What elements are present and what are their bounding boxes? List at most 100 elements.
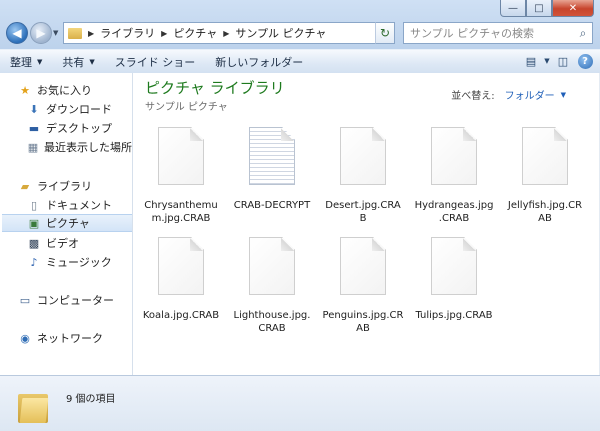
file-icon — [340, 127, 386, 185]
explorer-window: — □ ✕ ◀ ▶ ▼ ▶ ライブラリ ▶ ピクチャ ▶ サンプル ピクチャ ▼… — [0, 0, 600, 431]
file-item[interactable]: Desert.jpg.CRA B — [319, 127, 407, 225]
file-item[interactable]: Penguins.jpg.CR AB — [319, 237, 407, 335]
refresh-button[interactable]: ↻ — [375, 22, 395, 44]
recent-pages-dropdown[interactable]: ▼ — [53, 29, 58, 37]
search-input[interactable] — [404, 25, 574, 41]
organize-label: 整理 — [10, 55, 32, 69]
file-icon — [431, 127, 477, 185]
recent-places-icon: ▦ — [27, 140, 39, 154]
sidebar-item-videos[interactable]: ▩ ビデオ — [27, 234, 132, 252]
sidebar-item-network[interactable]: ◉ ネットワーク — [18, 329, 132, 347]
computer-icon: ▭ — [19, 293, 31, 307]
file-icon — [249, 237, 295, 295]
forward-button[interactable]: ▶ — [30, 22, 52, 44]
sidebar-item-computer[interactable]: ▭ コンピューター — [18, 291, 132, 309]
search-box[interactable]: ⌕ — [403, 22, 593, 44]
sidebar-item-documents[interactable]: ▯ ドキュメント — [27, 196, 132, 214]
breadcrumb-separator-icon[interactable]: ▶ — [161, 29, 167, 38]
file-icon — [158, 237, 204, 295]
file-name: Jellyfish.jpg.CR AB — [507, 200, 583, 224]
view-dropdown-icon[interactable]: ▼ — [542, 52, 552, 70]
close-button[interactable]: ✕ — [552, 0, 594, 17]
minimize-icon: — — [508, 2, 518, 14]
file-item[interactable]: Chrysanthemu m.jpg.CRAB — [137, 127, 225, 225]
file-item[interactable]: CRAB-DECRYPT — [228, 127, 316, 212]
toolbar-right-group: ▤ ▼ ◫ ? — [520, 52, 596, 70]
sidebar-item-downloads[interactable]: ⬇ ダウンロード — [27, 100, 132, 118]
slideshow-label: スライド ショー — [114, 55, 196, 69]
details-pane: 9 個の項目 — [0, 375, 600, 431]
preview-pane-icon[interactable]: ◫ — [552, 52, 574, 70]
arrange-label: 並べ替え: — [451, 91, 495, 102]
slideshow-button[interactable]: スライド ショー — [105, 54, 206, 70]
view-icon[interactable]: ▤ — [520, 52, 542, 70]
sidebar-item-favorites[interactable]: ★ お気に入り — [18, 81, 132, 99]
arrange-by-control: 並べ替え: フォルダー ▼ — [451, 87, 566, 103]
share-menu[interactable]: 共有 ▼ — [52, 54, 104, 70]
file-name: Lighthouse.jpg. CRAB — [233, 310, 311, 334]
back-arrow-icon: ◀ — [12, 26, 22, 40]
address-bar[interactable]: ▶ ライブラリ ▶ ピクチャ ▶ サンプル ピクチャ ▼ — [63, 22, 395, 44]
chevron-down-icon[interactable]: ▼ — [561, 91, 566, 99]
help-button[interactable]: ? — [574, 52, 596, 70]
window-controls: — □ ✕ — [500, 0, 594, 18]
desktop-icon: ▬ — [28, 121, 40, 135]
file-item[interactable]: Lighthouse.jpg. CRAB — [228, 237, 316, 335]
library-subtitle: サンプル ピクチャ — [145, 102, 228, 113]
pictures-icon: ▣ — [28, 216, 40, 230]
sidebar-item-recent[interactable]: ▦ 最近表示した場所 — [27, 138, 132, 156]
sidebar-item-label: コンピューター — [37, 294, 114, 307]
organize-menu[interactable]: 整理 ▼ — [0, 54, 52, 70]
folder-icon — [18, 391, 49, 423]
breadcrumb-separator-icon[interactable]: ▶ — [223, 29, 229, 38]
star-icon: ★ — [20, 83, 30, 97]
file-icon — [522, 127, 568, 185]
search-icon[interactable]: ⌕ — [574, 26, 592, 41]
sidebar-item-pictures[interactable]: ▣ ピクチャ — [2, 214, 132, 232]
folder-icon — [68, 27, 82, 39]
file-name: Koala.jpg.CRAB — [142, 310, 220, 321]
breadcrumb-separator-icon[interactable]: ▶ — [88, 29, 94, 38]
file-name: Chrysanthemu m.jpg.CRAB — [144, 200, 218, 224]
command-bar: 整理 ▼ 共有 ▼ スライド ショー 新しいフォルダー ▤ ▼ ◫ ? — [0, 49, 600, 74]
file-name: Penguins.jpg.CR AB — [322, 310, 404, 334]
sidebar-item-label: ピクチャ — [46, 217, 90, 230]
file-name: CRAB-DECRYPT — [233, 200, 311, 211]
help-icon: ? — [577, 53, 593, 69]
sidebar-item-libraries[interactable]: ▰ ライブラリ — [18, 177, 132, 195]
sidebar-item-label: ライブラリ — [37, 180, 92, 193]
breadcrumb-sample-pictures[interactable]: サンプル ピクチャ — [235, 25, 326, 41]
file-name: Desert.jpg.CRA B — [325, 200, 401, 224]
sidebar-item-music[interactable]: ♪ ミュージック — [27, 253, 132, 271]
file-item[interactable]: Tulips.jpg.CRAB — [410, 237, 498, 322]
arrange-value-dropdown[interactable]: フォルダー — [505, 87, 555, 102]
sidebar-item-label: デスクトップ — [46, 122, 112, 135]
file-item[interactable]: Jellyfish.jpg.CR AB — [501, 127, 589, 225]
item-count: 9 個の項目 — [66, 394, 116, 405]
library-icon: ▰ — [20, 179, 30, 193]
forward-arrow-icon: ▶ — [36, 26, 46, 40]
minimize-button[interactable]: — — [500, 0, 526, 17]
sidebar-item-label: ダウンロード — [46, 103, 112, 116]
sidebar-item-label: お気に入り — [37, 84, 92, 97]
file-icon — [431, 237, 477, 295]
maximize-icon: □ — [534, 2, 544, 14]
sidebar-item-label: ドキュメント — [46, 199, 112, 212]
file-item[interactable]: Koala.jpg.CRAB — [137, 237, 225, 322]
sidebar-item-label: ネットワーク — [37, 332, 103, 345]
videos-icon: ▩ — [28, 236, 40, 250]
network-icon: ◉ — [20, 331, 30, 345]
share-label: 共有 — [62, 55, 85, 69]
back-button[interactable]: ◀ — [6, 22, 28, 44]
new-folder-button[interactable]: 新しいフォルダー — [205, 54, 313, 70]
breadcrumb-libraries[interactable]: ライブラリ — [100, 25, 155, 41]
maximize-button[interactable]: □ — [526, 0, 552, 17]
navigation-pane: ★ お気に入り ⬇ ダウンロード ▬ デスクトップ ▦ 最近表示した場所 ▰ ラ… — [0, 73, 133, 375]
file-icon — [158, 127, 204, 185]
file-item[interactable]: Hydrangeas.jpg .CRAB — [410, 127, 498, 225]
download-icon: ⬇ — [29, 102, 39, 116]
sidebar-item-desktop[interactable]: ▬ デスクトップ — [27, 119, 132, 137]
breadcrumb-pictures[interactable]: ピクチャ — [173, 25, 217, 41]
refresh-icon: ↻ — [379, 26, 391, 40]
file-name: Tulips.jpg.CRAB — [415, 310, 493, 321]
